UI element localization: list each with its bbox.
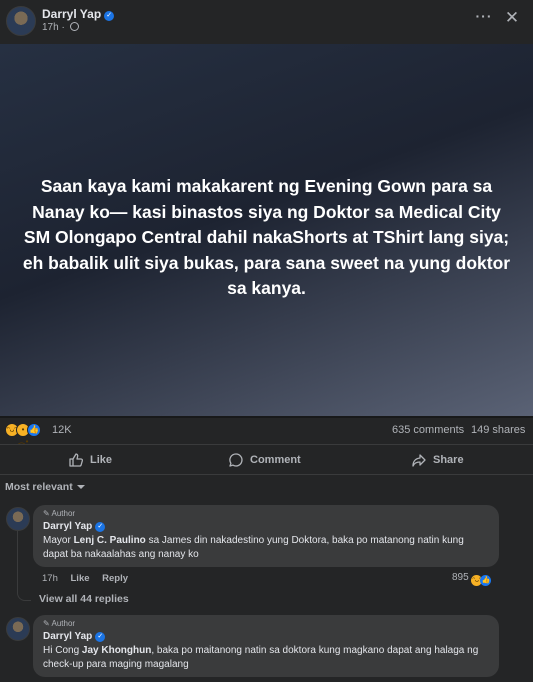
like-label: Like [90,454,113,466]
author-badge-text: Author [51,619,76,628]
post-text: Saan kaya kami makakarent ng Evening Gow… [22,176,511,298]
share-label: Share [433,454,464,466]
comment-author-text[interactable]: Darryl Yap [43,521,92,532]
comment-text-start: Mayor [43,535,74,546]
thumbs-up-icon [69,453,84,467]
comment-text-start: Hi Cong [43,645,82,656]
comment-button[interactable]: Comment [228,450,308,470]
author-badge: ✎ Author [43,509,76,518]
mention-link[interactable]: Jay Khonghun [82,645,151,656]
caret-down-icon [76,485,85,489]
comment-label: Comment [250,454,301,466]
reactions-bar: ᵔᴗᵔ •︵• 👍 12K 635 comments 149 shares [0,418,533,446]
sort-comments-dropdown[interactable]: Most relevant [5,481,85,493]
comments-section: Most relevant ✎ Author Darryl Yap ✓ Mayor… [0,474,533,682]
post-image[interactable]: Saan kaya kami makakarent ng Evening Gow… [0,44,533,416]
more-options-button[interactable]: ··· [474,8,494,28]
comment-text: Hi Cong Jay Khonghun, baka po maitanong … [43,644,483,672]
like-reaction-icon: 👍 [27,423,41,437]
mention-link[interactable]: Lenj C. Paulino [74,535,146,546]
like-button[interactable]: Like [68,450,128,470]
comment-author-name[interactable]: Darryl Yap ✓ [43,631,106,642]
shares-count[interactable]: 149 shares [471,424,525,436]
comment-icon [229,453,243,467]
comment-time[interactable]: 17h [42,573,58,584]
author-name-text[interactable]: Darryl Yap [42,7,101,21]
like-reaction-icon: 👍 [480,575,492,586]
author-avatar[interactable] [6,6,36,36]
share-button[interactable]: Share [411,450,471,470]
verified-badge-icon: ✓ [95,522,106,532]
comment-reply-button[interactable]: Reply [102,573,128,584]
comment-reaction-count: 895 [452,572,469,583]
comment-like-button[interactable]: Like [71,573,90,584]
author-badge: ✎ Author [43,619,76,628]
verified-badge-icon: ✓ [95,632,106,642]
view-replies-link[interactable]: View all 44 replies [39,593,129,605]
globe-icon [69,22,79,31]
author-badge-text: Author [51,509,76,518]
comment-avatar[interactable] [6,507,30,531]
comment-text: Mayor Lenj C. Paulino sa James din nakad… [43,534,483,562]
comment-meta: 17h Like Reply [42,573,138,584]
comment-author-text[interactable]: Darryl Yap [43,631,92,642]
comment-bubble: ✎ Author Darryl Yap ✓ Mayor Lenj C. Pauli… [33,505,499,567]
reply-thread-line [17,531,31,601]
post-header: Darryl Yap ✓ 17h · ··· ✕ [0,0,533,44]
comment-reactions[interactable]: 895 ᵔᴗᵔ👍 [452,572,492,586]
post-actions: Like Comment Share [0,444,533,474]
author-name[interactable]: Darryl Yap ✓ [42,7,115,21]
post-timestamp[interactable]: 17h · [42,22,79,33]
verified-badge-icon: ✓ [104,11,115,21]
reaction-count[interactable]: 12K [52,424,72,436]
share-icon [412,454,426,467]
comment-avatar[interactable] [6,617,30,641]
post-time-text[interactable]: 17h · [42,22,65,33]
comment-bubble: ✎ Author Darryl Yap ✓ Hi Cong Jay Khonghu… [33,615,499,677]
close-button[interactable]: ✕ [501,8,523,30]
comments-count[interactable]: 635 comments [392,424,464,436]
sort-label: Most relevant [5,481,73,493]
comment-author-name[interactable]: Darryl Yap ✓ [43,521,106,532]
